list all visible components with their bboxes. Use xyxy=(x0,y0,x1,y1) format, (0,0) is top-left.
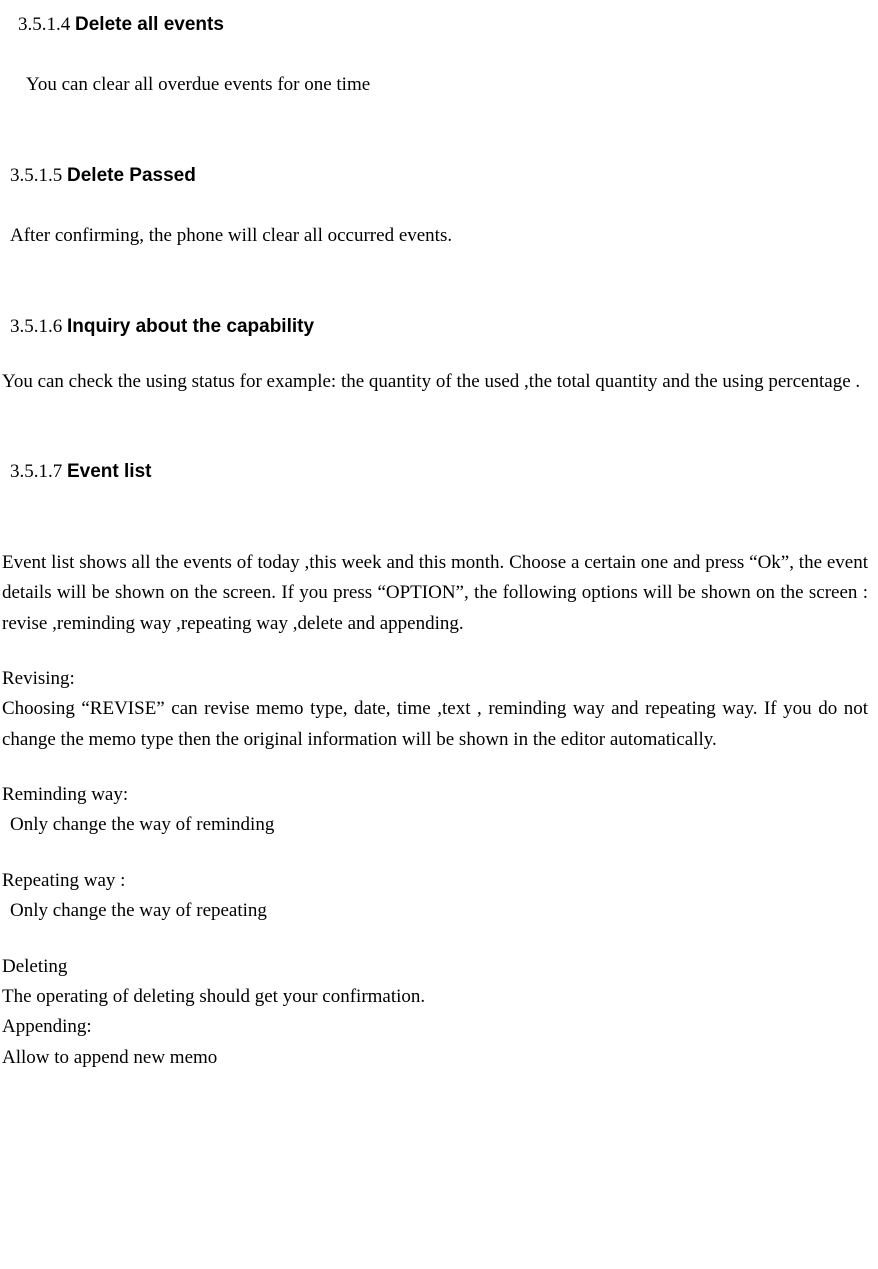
heading-delete-passed: 3.5.1.5 Delete Passed xyxy=(10,161,868,191)
body-reminding-way: Only change the way of reminding xyxy=(10,810,868,840)
body-repeating-way: Only change the way of repeating xyxy=(10,896,868,926)
heading-delete-all-events: 3.5.1.4 Delete all events xyxy=(10,10,868,40)
heading-inquiry-capability: 3.5.1.6 Inquiry about the capability xyxy=(10,312,868,342)
heading-title: Inquiry about the capability xyxy=(67,316,314,337)
body-event-list-intro: Event list shows all the events of today… xyxy=(2,548,868,639)
body-delete-passed: After confirming, the phone will clear a… xyxy=(10,221,868,251)
body-deleting: The operating of deleting should get you… xyxy=(2,982,868,1012)
body-delete-all-events: You can clear all overdue events for one… xyxy=(10,70,868,100)
heading-number: 3.5.1.7 xyxy=(10,461,62,482)
body-appending: Allow to append new memo xyxy=(2,1043,868,1073)
body-inquiry-capability: You can check the using status for examp… xyxy=(2,367,868,397)
heading-title: Event list xyxy=(67,461,151,482)
heading-title: Delete Passed xyxy=(67,165,196,186)
heading-number: 3.5.1.5 xyxy=(10,165,62,186)
heading-title: Delete all events xyxy=(75,14,224,35)
label-repeating-way: Repeating way : xyxy=(2,866,868,896)
label-revising: Revising: xyxy=(2,664,868,694)
label-appending: Appending: xyxy=(2,1012,868,1042)
heading-number: 3.5.1.4 xyxy=(18,14,70,35)
heading-event-list: 3.5.1.7 Event list xyxy=(10,457,868,487)
label-reminding-way: Reminding way: xyxy=(2,780,868,810)
heading-number: 3.5.1.6 xyxy=(10,316,62,337)
body-revising: Choosing “REVISE” can revise memo type, … xyxy=(2,694,868,755)
label-deleting: Deleting xyxy=(2,952,868,982)
